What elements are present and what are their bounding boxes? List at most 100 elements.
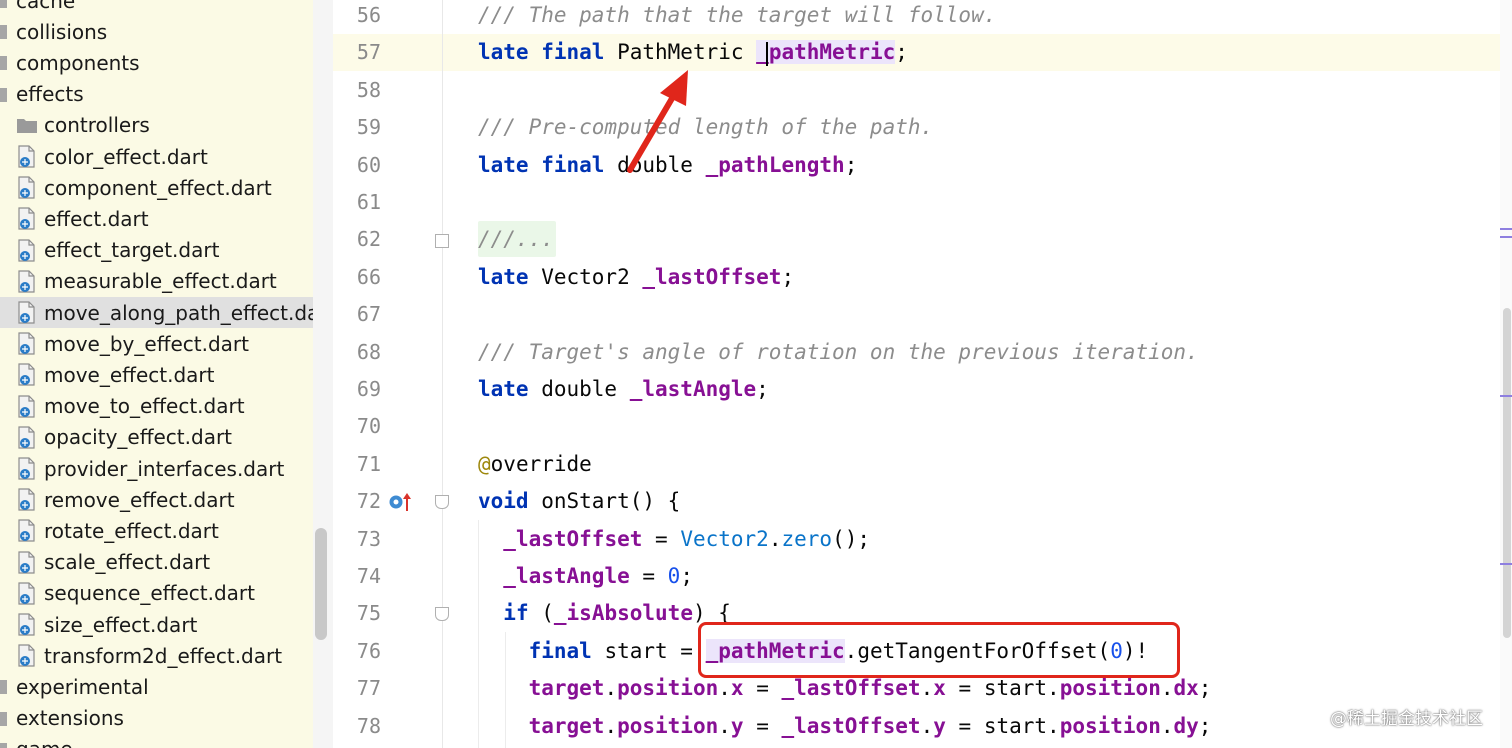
code-token: _lastOffset [781,676,921,701]
tree-file-item[interactable]: component_effect.dart [0,172,313,203]
tree-file-item[interactable]: opacity_effect.dart [0,422,313,453]
tree-item-label: effect.dart [44,206,149,231]
dart-file-icon [17,457,39,481]
tree-file-item[interactable]: rotate_effect.dart [0,515,313,546]
code-token: _isAbsolute [553,601,693,626]
error-stripe-mark[interactable] [1500,395,1512,397]
fold-toggle-icon[interactable] [435,607,449,621]
code-line[interactable]: late final double _pathLength; [478,147,857,184]
tree-folder-item[interactable]: cache [0,0,313,16]
tree-item-label: effects [16,82,84,107]
tree-file-item[interactable]: color_effect.dart [0,141,313,172]
line-number: 66 [356,264,381,289]
tree-folder-item[interactable]: extensions [0,703,313,734]
dart-file-icon [17,363,39,387]
code-line[interactable]: ///... [478,221,554,258]
code-line[interactable]: _lastOffset = Vector2.zero(); [478,521,870,558]
line-number: 58 [356,77,381,102]
error-stripe-mark[interactable] [1500,563,1512,565]
tree-item-label: extensions [16,706,124,731]
code-token: _pathLength [705,152,845,177]
code-token: ; [1198,713,1212,738]
code-token: . [920,713,934,738]
code-token: ; [895,40,908,65]
tree-item-label: move_by_effect.dart [44,331,249,356]
code-token: ; [844,152,858,177]
project-tree[interactable]: cache collisions components effects controll… [0,0,313,748]
fold-toggle-icon[interactable] [435,495,449,509]
line-number: 73 [356,526,381,551]
editor-scrollbar-thumb[interactable] [1503,308,1511,638]
code-line[interactable]: /// Target's angle of rotation on the pr… [478,334,1199,371]
tree-item-label: experimental [16,674,149,699]
code-token: . [718,676,731,701]
code-line[interactable]: void onStart() { [478,483,680,520]
tree-file-item[interactable]: effect_target.dart [0,235,313,266]
tree-file-item[interactable]: move_effect.dart [0,359,313,390]
tree-folder-item[interactable]: controllers [0,110,313,141]
dart-file-icon [17,582,39,606]
tree-folder-item[interactable]: effects [0,79,313,110]
tree-file-item[interactable]: measurable_effect.dart [0,266,313,297]
tree-folder-item[interactable]: collisions [0,16,313,47]
tree-file-item[interactable]: move_by_effect.dart [0,328,313,359]
tree-item-label: transform2d_effect.dart [44,643,283,668]
code-token: _lastAngle [503,564,630,588]
line-number: 57 [356,40,381,65]
tree-file-item[interactable]: provider_interfaces.dart [0,453,313,484]
code-token: . [1160,713,1174,738]
line-number: 67 [356,302,381,327]
tree-scrollbar-thumb[interactable] [315,528,327,640]
override-method-icon[interactable] [388,491,414,513]
code-token: zero [781,526,833,551]
code-line[interactable]: target.position.y = _lastOffset.y = star… [478,708,1212,745]
line-number: 75 [356,601,381,626]
tree-item-label: controllers [44,113,150,138]
code-token: Vector2 [528,264,643,289]
code-token: ; [1198,676,1212,701]
code-line[interactable]: if (_isAbsolute) { [478,595,731,632]
code-token: /// Pre-computed length of the path. [478,115,934,140]
tree-item-label: component_effect.dart [44,175,272,200]
code-line[interactable]: _lastAngle = 0; [478,558,693,595]
dart-file-icon [17,238,39,263]
code-token: = [743,713,782,738]
tree-file-item[interactable]: transform2d_effect.dart [0,640,313,671]
code-token: dy [1173,713,1199,738]
code-line[interactable]: late Vector2 _lastOffset; [478,259,794,296]
tree-file-item[interactable]: move_to_effect.dart [0,391,313,422]
tree-file-item[interactable]: remove_effect.dart [0,484,313,515]
error-stripe-mark[interactable] [1500,228,1512,230]
code-token: double [528,377,630,401]
code-line[interactable]: /// Pre-computed length of the path. [478,109,933,146]
tree-folder-item[interactable]: experimental [0,671,313,702]
code-line[interactable]: late final PathMetric _pathMetric; [478,34,908,71]
code-token: . [718,713,731,738]
line-number: 71 [356,451,381,476]
tree-item-label: cache [16,0,76,13]
code-token: PathMetric [604,40,757,65]
line-number: 60 [356,152,381,177]
tree-file-item[interactable]: move_along_path_effect.da [0,297,313,328]
code-token: Vector2 [680,526,769,551]
tree-file-item[interactable]: scale_effect.dart [0,547,313,578]
line-number: 56 [356,3,381,27]
tree-file-item[interactable]: sequence_effect.dart [0,578,313,609]
tree-item-label: components [16,50,140,75]
tree-file-item[interactable]: size_effect.dart [0,609,313,640]
code-token: = [743,676,782,701]
indent-guide [478,520,479,748]
code-line[interactable]: @override [478,446,592,483]
fold-toggle-icon[interactable] [435,234,449,248]
tree-folder-item[interactable]: game [0,734,313,748]
code-line[interactable]: late double _lastAngle; [478,371,769,408]
code-line[interactable]: /// The path that the target will follow… [478,0,996,34]
tree-folder-item[interactable]: components [0,47,313,78]
error-stripe-mark[interactable] [1500,236,1512,238]
red-box-annotation [698,622,1180,678]
folder-icon [0,711,7,726]
tree-file-item[interactable]: effect.dart [0,203,313,234]
